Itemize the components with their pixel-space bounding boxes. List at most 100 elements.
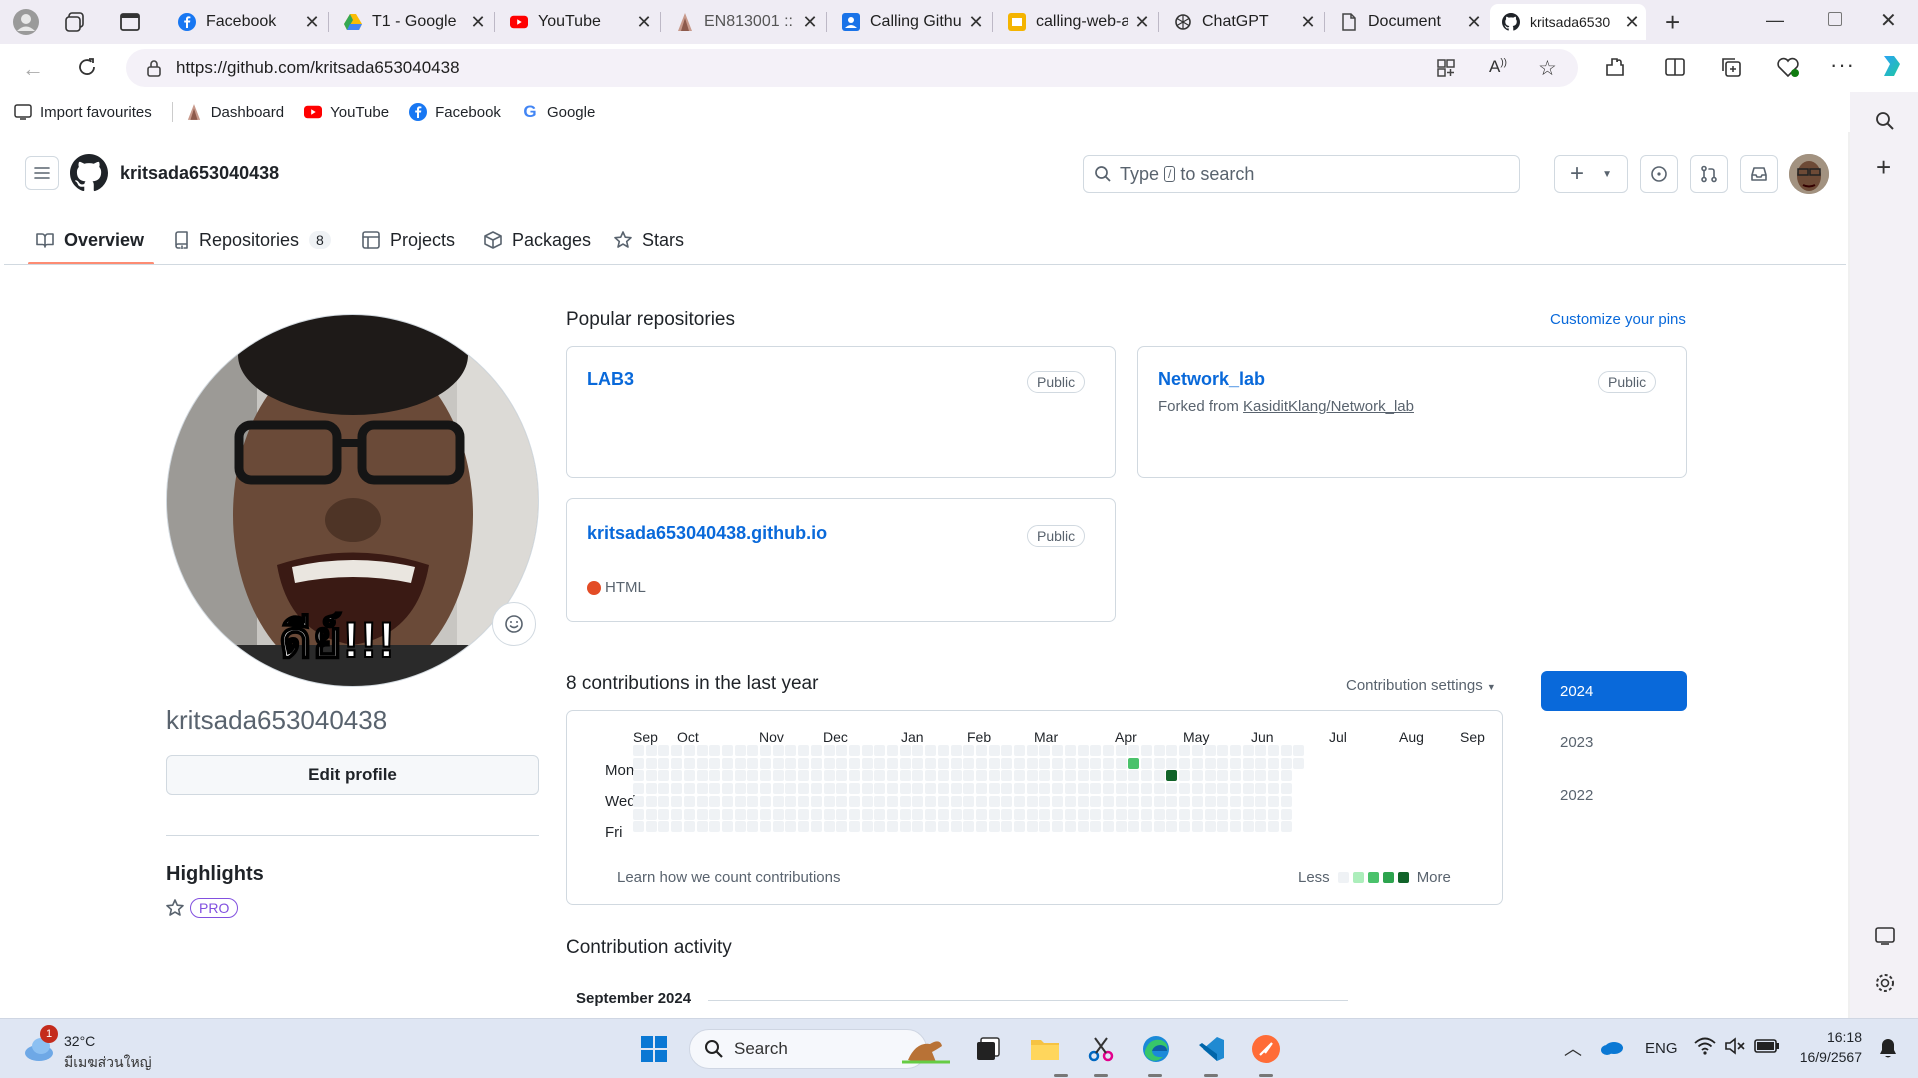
favorite-youtube[interactable]: YouTube	[304, 103, 389, 121]
contribution-day-cell[interactable]	[1242, 795, 1254, 807]
contribution-day-cell[interactable]	[988, 795, 1000, 807]
contribution-day-cell[interactable]	[1052, 757, 1064, 769]
contribution-day-cell[interactable]	[988, 770, 1000, 782]
contribution-day-cell[interactable]	[1153, 745, 1165, 756]
contribution-day-cell[interactable]	[861, 745, 873, 756]
contribution-day-cell[interactable]	[785, 795, 797, 807]
contribution-day-cell[interactable]	[912, 757, 924, 769]
contribution-settings-button[interactable]: Contribution settings ▼	[1346, 677, 1496, 694]
contribution-day-cell[interactable]	[721, 757, 733, 769]
contribution-day-cell[interactable]	[1102, 783, 1114, 795]
contribution-day-cell[interactable]	[937, 757, 949, 769]
contribution-day-cell[interactable]	[798, 783, 810, 795]
contribution-day-cell[interactable]	[747, 795, 759, 807]
contribution-day-cell[interactable]	[1077, 783, 1089, 795]
contribution-day-cell[interactable]	[1166, 783, 1178, 795]
contribution-day-cell[interactable]	[658, 821, 670, 833]
contribution-day-cell[interactable]	[1268, 770, 1279, 782]
windows-start-icon[interactable]	[636, 1031, 672, 1067]
contribution-day-cell[interactable]	[633, 745, 644, 756]
wifi-icon[interactable]	[1694, 1037, 1716, 1055]
contribution-day-cell[interactable]	[861, 808, 873, 820]
contribution-day-cell[interactable]	[645, 770, 657, 782]
contribution-day-cell[interactable]	[1064, 745, 1076, 756]
contribution-day-cell[interactable]	[848, 808, 860, 820]
contribution-day-cell[interactable]	[1229, 757, 1241, 769]
contribution-day-cell[interactable]	[658, 757, 670, 769]
contribution-day-cell[interactable]	[1166, 757, 1178, 769]
contribution-day-cell[interactable]	[1014, 745, 1025, 756]
contribution-day-cell[interactable]	[671, 808, 683, 820]
contribution-day-cell[interactable]	[633, 770, 644, 782]
contribution-day-cell[interactable]	[683, 821, 695, 833]
contribution-day-cell[interactable]	[1229, 821, 1241, 833]
contribution-day-cell[interactable]	[645, 821, 657, 833]
contribution-day-cell[interactable]	[823, 808, 835, 820]
contribution-day-cell[interactable]	[734, 795, 746, 807]
contribution-day-cell[interactable]	[861, 795, 873, 807]
contribution-day-cell[interactable]	[1039, 821, 1051, 833]
contribution-day-cell[interactable]	[1217, 745, 1229, 756]
contribution-day-cell[interactable]	[1014, 795, 1025, 807]
contribution-day-cell[interactable]	[1128, 808, 1140, 820]
tab-packages[interactable]: Packages	[484, 220, 591, 260]
contribution-day-cell[interactable]	[1191, 757, 1203, 769]
year-2024-button[interactable]: 2024	[1541, 671, 1687, 711]
tab-repositories[interactable]: Repositories 8	[173, 220, 331, 260]
contribution-day-cell[interactable]	[1229, 745, 1241, 756]
contribution-day-cell[interactable]	[1077, 795, 1089, 807]
contribution-day-cell[interactable]	[823, 770, 835, 782]
contribution-day-cell[interactable]	[963, 757, 975, 769]
contribution-day-cell[interactable]	[1128, 757, 1140, 769]
contribution-day-cell[interactable]	[823, 757, 835, 769]
contribution-day-cell[interactable]	[836, 821, 848, 833]
contribution-day-cell[interactable]	[937, 795, 949, 807]
contribution-day-cell[interactable]	[925, 783, 937, 795]
contribution-day-cell[interactable]	[1242, 770, 1254, 782]
contribution-day-cell[interactable]	[772, 745, 784, 756]
contribution-day-cell[interactable]	[1179, 770, 1191, 782]
contribution-day-cell[interactable]	[899, 821, 911, 833]
contribution-day-cell[interactable]	[1179, 821, 1191, 833]
contribution-day-cell[interactable]	[1191, 783, 1203, 795]
tab-calling-github[interactable]: Calling Githu ✕	[830, 4, 990, 40]
contribution-day-cell[interactable]	[1191, 795, 1203, 807]
contribution-day-cell[interactable]	[760, 783, 771, 795]
clock-time[interactable]: 16:18	[1800, 1029, 1862, 1045]
contribution-day-cell[interactable]	[1102, 821, 1114, 833]
contribution-day-cell[interactable]	[1217, 821, 1229, 833]
contribution-day-cell[interactable]	[899, 795, 911, 807]
contribution-day-cell[interactable]	[747, 783, 759, 795]
contribution-day-cell[interactable]	[1255, 745, 1267, 756]
contribution-day-cell[interactable]	[1179, 783, 1191, 795]
contribution-day-cell[interactable]	[810, 757, 822, 769]
contribution-day-cell[interactable]	[988, 808, 1000, 820]
contribution-day-cell[interactable]	[950, 745, 962, 756]
contribution-day-cell[interactable]	[1166, 795, 1178, 807]
contribution-day-cell[interactable]	[899, 745, 911, 756]
contribution-day-cell[interactable]	[975, 770, 987, 782]
contribution-day-cell[interactable]	[912, 745, 924, 756]
contribution-day-cell[interactable]	[1128, 783, 1140, 795]
contribution-day-cell[interactable]	[1090, 757, 1102, 769]
contribution-day-cell[interactable]	[658, 808, 670, 820]
contribution-day-cell[interactable]	[912, 821, 924, 833]
clock-date[interactable]: 16/9/2567	[1790, 1049, 1862, 1065]
contribution-day-cell[interactable]	[937, 808, 949, 820]
contribution-day-cell[interactable]	[1141, 745, 1152, 756]
contribution-day-cell[interactable]	[810, 783, 822, 795]
sidebar-add-icon[interactable]: +	[1876, 152, 1891, 183]
contribution-day-cell[interactable]	[658, 795, 670, 807]
contribution-day-cell[interactable]	[1026, 783, 1038, 795]
contribution-day-cell[interactable]	[823, 745, 835, 756]
contribution-day-cell[interactable]	[975, 808, 987, 820]
contribution-day-cell[interactable]	[1280, 795, 1292, 807]
contribution-day-cell[interactable]	[963, 745, 975, 756]
contribution-day-cell[interactable]	[1077, 757, 1089, 769]
contribution-day-cell[interactable]	[1153, 757, 1165, 769]
contribution-day-cell[interactable]	[1014, 770, 1025, 782]
contribution-day-cell[interactable]	[848, 770, 860, 782]
tab-chatgpt[interactable]: ChatGPT ✕	[1162, 4, 1322, 40]
contribution-day-cell[interactable]	[975, 783, 987, 795]
set-status-button[interactable]	[492, 602, 536, 646]
